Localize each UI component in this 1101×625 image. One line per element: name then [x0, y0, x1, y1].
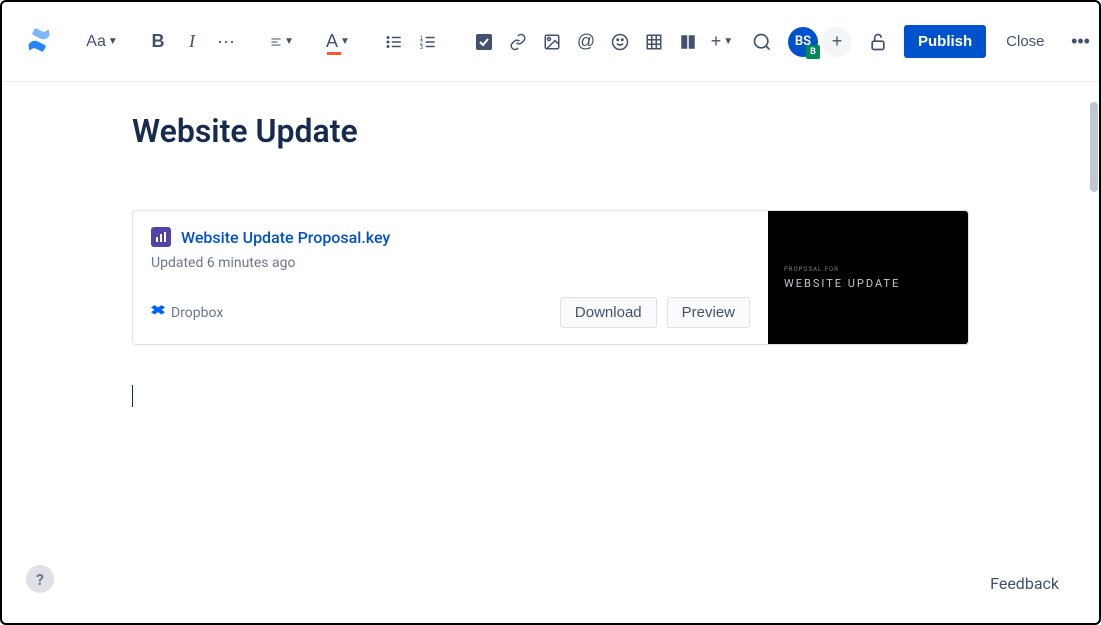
attachment-info: Website Update Proposal.key Updated 6 mi… [133, 211, 768, 344]
link-button[interactable] [502, 26, 534, 58]
chevron-down-icon: ▼ [108, 36, 118, 47]
confluence-logo-icon [26, 27, 52, 57]
text-style-dropdown[interactable]: Aa ▼ [86, 26, 118, 58]
mention-button[interactable]: @ [570, 26, 602, 58]
avatar-badge: B [806, 45, 820, 59]
attachment-card[interactable]: Website Update Proposal.key Updated 6 mi… [132, 210, 969, 345]
restrictions-button[interactable] [862, 26, 894, 58]
preview-button[interactable]: Preview [667, 297, 750, 328]
feedback-link[interactable]: Feedback [990, 574, 1059, 593]
table-button[interactable] [638, 26, 670, 58]
close-button[interactable]: Close [996, 25, 1054, 58]
bold-button[interactable]: B [142, 26, 174, 58]
attachment-source: Dropbox [151, 304, 223, 322]
dropbox-icon [151, 304, 165, 322]
add-collaborator-button[interactable]: + [822, 27, 852, 57]
emoji-button[interactable] [604, 26, 636, 58]
editor-content[interactable]: Website Update Website Update Proposal.k… [2, 82, 1099, 437]
alignment-dropdown[interactable]: ▼ [266, 26, 298, 58]
text-color-dropdown[interactable]: A▼ [322, 26, 354, 58]
italic-button[interactable]: I [176, 26, 208, 58]
editor-toolbar: Aa ▼ B I ··· ▼ A▼ 123 @ [2, 2, 1099, 82]
thumbnail-large-text: WEBSITE UPDATE [784, 277, 900, 290]
text-cursor [132, 385, 133, 407]
help-button[interactable]: ? [26, 565, 54, 593]
attachment-source-label: Dropbox [171, 305, 223, 321]
task-button[interactable] [468, 26, 500, 58]
page-title[interactable]: Website Update [132, 112, 969, 150]
attachment-updated: Updated 6 minutes ago [151, 255, 750, 271]
chevron-down-icon: ▼ [284, 36, 294, 47]
download-button[interactable]: Download [560, 297, 657, 328]
svg-text:3: 3 [420, 44, 424, 50]
attachment-filename[interactable]: Website Update Proposal.key [181, 228, 390, 247]
insert-dropdown[interactable]: +▼ [706, 26, 738, 58]
numbered-list-button[interactable]: 123 [412, 26, 444, 58]
chevron-down-icon: ▼ [723, 36, 733, 47]
publish-button[interactable]: Publish [904, 25, 986, 58]
avatar[interactable]: BS B [788, 27, 818, 57]
more-actions-button[interactable]: ••• [1065, 26, 1097, 58]
presentation-file-icon [151, 227, 171, 247]
search-button[interactable] [746, 26, 778, 58]
chevron-down-icon: ▼ [340, 36, 350, 47]
scrollbar[interactable] [1090, 102, 1098, 192]
image-button[interactable] [536, 26, 568, 58]
thumbnail-small-text: PROPOSAL FOR [784, 266, 839, 273]
bullet-list-button[interactable] [378, 26, 410, 58]
text-style-label: Aa [86, 33, 106, 51]
attachment-thumbnail[interactable]: PROPOSAL FOR WEBSITE UPDATE [768, 211, 968, 344]
layout-button[interactable] [672, 26, 704, 58]
collaborators: BS B + [788, 27, 852, 57]
more-formatting-button[interactable]: ··· [210, 26, 242, 58]
